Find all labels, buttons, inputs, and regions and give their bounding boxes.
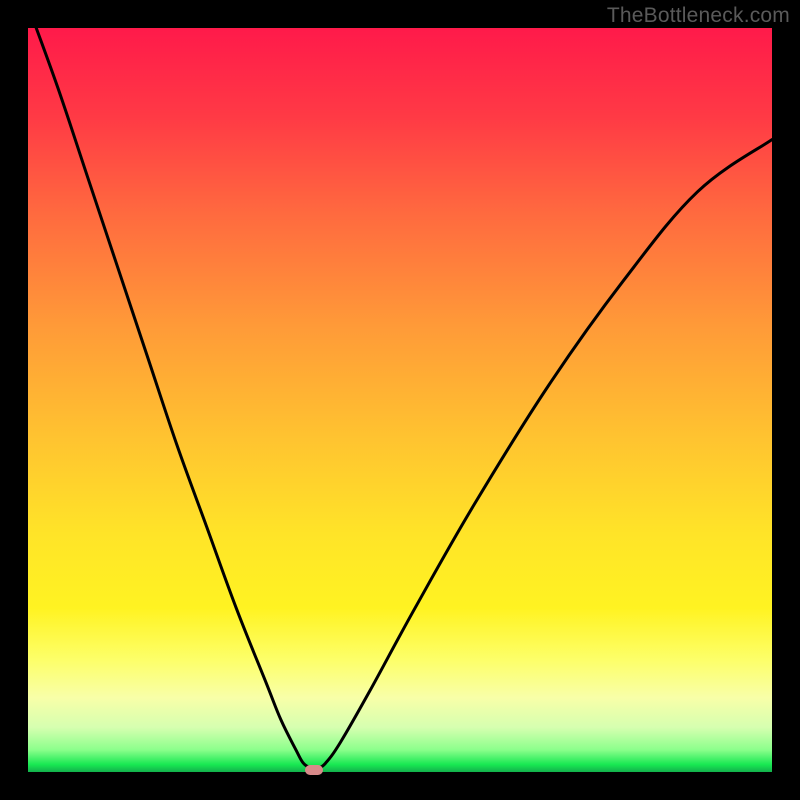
min-marker bbox=[305, 765, 323, 775]
curve-svg bbox=[28, 28, 772, 772]
plot-area bbox=[28, 28, 772, 772]
watermark-text: TheBottleneck.com bbox=[607, 4, 790, 28]
bottleneck-curve bbox=[28, 28, 772, 768]
chart-frame: TheBottleneck.com bbox=[0, 0, 800, 800]
